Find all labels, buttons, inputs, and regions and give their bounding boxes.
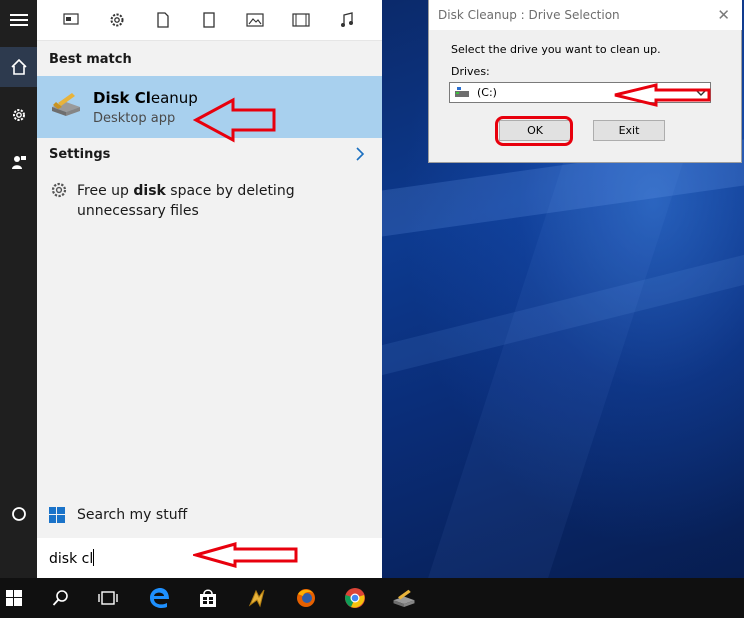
gear-icon[interactable]	[0, 95, 37, 135]
folders-icon[interactable]	[199, 10, 219, 30]
annotation-arrow-left-icon	[193, 97, 276, 143]
documents-icon[interactable]	[153, 10, 173, 30]
search-query: disk cl	[49, 551, 94, 567]
close-icon[interactable]: ✕	[717, 6, 730, 24]
setting-text-bold: disk	[133, 183, 166, 199]
app-name: Disk Cleanup	[93, 89, 198, 107]
search-my-stuff-label: Search my stuff	[77, 507, 188, 523]
settings-gear-icon	[51, 182, 67, 198]
best-match-heading: Best match	[49, 52, 132, 67]
setting-result[interactable]: Free up disk space by deleting unnecessa…	[37, 176, 382, 226]
windows-start-icon[interactable]	[0, 578, 38, 618]
photos-icon[interactable]	[245, 10, 265, 30]
videos-icon[interactable]	[291, 10, 311, 30]
winamp-icon[interactable]	[233, 578, 281, 618]
search-input-text: disk cl	[49, 549, 95, 567]
setting-result-text: Free up disk space by deleting unnecessa…	[77, 181, 372, 221]
setting-text-a: Free up	[77, 183, 134, 199]
search-results-panel: Best match Disk Cleanup Desktop app Sett…	[37, 0, 382, 578]
disk-cleanup-icon	[52, 93, 80, 116]
search-icon[interactable]	[37, 578, 85, 618]
settings-icon[interactable]	[107, 10, 127, 30]
annotation-arrow-left-icon	[614, 83, 711, 107]
music-icon[interactable]	[337, 10, 357, 30]
start-rail	[0, 0, 37, 578]
search-my-stuff[interactable]: Search my stuff	[37, 497, 382, 535]
drives-label: Drives:	[451, 65, 490, 78]
text-caret	[93, 549, 95, 566]
drive-icon	[455, 87, 469, 97]
ok-button-highlight	[495, 116, 573, 146]
dialog-prompt: Select the drive you want to clean up.	[451, 43, 661, 56]
chrome-icon[interactable]	[331, 578, 379, 618]
drives-selected-value: (C:)	[477, 86, 497, 99]
store-icon[interactable]	[184, 578, 232, 618]
apps-icon[interactable]	[61, 10, 81, 30]
annotation-arrow-left-icon	[193, 542, 298, 568]
windows-logo-icon	[49, 507, 65, 523]
task-view-icon[interactable]	[84, 578, 132, 618]
home-icon[interactable]	[0, 47, 37, 87]
dialog-title: Disk Cleanup : Drive Selection	[438, 8, 620, 22]
filter-bar	[37, 0, 382, 41]
chevron-right-icon[interactable]	[355, 146, 365, 166]
edge-icon[interactable]	[135, 578, 183, 618]
firefox-icon[interactable]	[282, 578, 330, 618]
cortana-circle-icon[interactable]	[0, 494, 37, 534]
taskbar	[0, 578, 744, 618]
dialog-titlebar[interactable]: Disk Cleanup : Drive Selection ✕	[429, 0, 742, 30]
app-subtitle: Desktop app	[93, 111, 176, 126]
app-name-bold: Disk Cl	[93, 89, 151, 107]
disk-cleanup-icon[interactable]	[380, 578, 428, 618]
hamburger-icon[interactable]	[0, 0, 37, 40]
exit-button[interactable]: Exit	[593, 120, 665, 141]
settings-heading: Settings	[49, 147, 111, 162]
feedback-icon[interactable]	[0, 142, 37, 182]
app-name-rest: eanup	[150, 89, 198, 107]
